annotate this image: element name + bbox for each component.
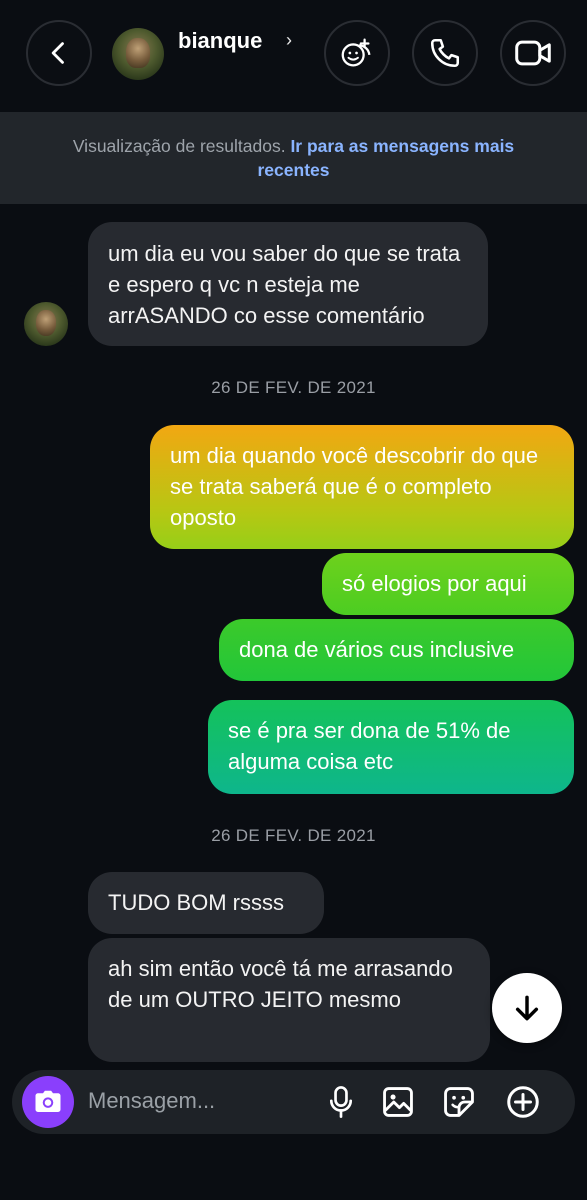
message-text: TUDO BOM rssss	[108, 890, 284, 915]
message-composer: Mensagem...	[12, 1070, 575, 1134]
date-separator: 26 DE FEV. DE 2021	[211, 826, 376, 845]
call-button[interactable]	[412, 20, 478, 86]
contact-name[interactable]: bianque	[178, 28, 262, 54]
message-received[interactable]: um dia eu vou saber do que se trata e es…	[88, 222, 488, 346]
chevron-left-icon	[51, 42, 64, 64]
camera-button[interactable]	[22, 1076, 74, 1128]
microphone-icon	[329, 1086, 353, 1118]
message-received[interactable]: TUDO BOM rssss	[88, 872, 324, 934]
search-results-banner: Visualização de resultados. Ir para as m…	[0, 112, 587, 204]
video-camera-icon	[515, 40, 551, 66]
banner-text: Visualização de resultados.	[72, 136, 286, 156]
contact-avatar[interactable]	[112, 28, 164, 80]
chat-header: bianque ›	[0, 0, 587, 112]
message-sent[interactable]: se é pra ser dona de 51% de alguma coisa…	[208, 700, 574, 794]
message-text: um dia quando você descobrir do que se t…	[170, 443, 539, 530]
message-received[interactable]: ah sim então você tá me arrasando de um …	[88, 938, 490, 1062]
voice-message-button[interactable]	[323, 1084, 359, 1120]
phone-icon	[430, 38, 460, 68]
back-button[interactable]	[26, 20, 92, 86]
message-text: dona de vários cus inclusive	[239, 637, 515, 662]
jump-to-recent-link[interactable]: Ir para as mensagens mais recentes	[258, 136, 515, 180]
message-sent[interactable]: um dia quando você descobrir do que se t…	[150, 425, 574, 549]
sticker-icon	[444, 1087, 474, 1117]
scroll-to-bottom-button[interactable]	[492, 973, 562, 1043]
arrow-down-icon	[515, 995, 539, 1021]
message-text: se é pra ser dona de 51% de alguma coisa…	[228, 718, 511, 774]
plus-circle-icon	[507, 1086, 539, 1118]
message-text: um dia eu vou saber do que se trata e es…	[108, 241, 461, 328]
message-sent[interactable]: dona de vários cus inclusive	[219, 619, 574, 681]
chevron-right-icon[interactable]: ›	[286, 30, 292, 51]
video-call-button[interactable]	[500, 20, 566, 86]
camera-icon	[35, 1090, 61, 1112]
image-icon	[383, 1087, 413, 1117]
date-separator: 26 DE FEV. DE 2021	[211, 378, 376, 397]
message-sent[interactable]: só elogios por aqui	[322, 553, 574, 615]
sticker-button[interactable]	[441, 1084, 477, 1120]
message-input[interactable]: Mensagem...	[88, 1088, 215, 1114]
gallery-button[interactable]	[380, 1084, 416, 1120]
message-text: ah sim então você tá me arrasando de um …	[108, 956, 453, 1012]
sender-avatar[interactable]	[24, 302, 68, 346]
message-text: só elogios por aqui	[342, 571, 527, 596]
more-options-button[interactable]	[505, 1084, 541, 1120]
add-people-button[interactable]	[324, 20, 390, 86]
add-people-icon	[341, 38, 371, 67]
